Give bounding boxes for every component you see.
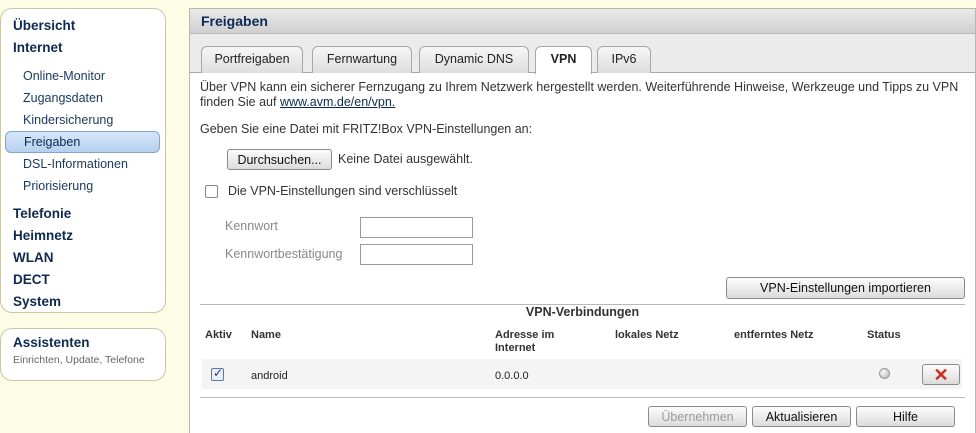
encrypted-checkbox[interactable] (205, 185, 218, 198)
nav-item-uebersicht[interactable]: Übersicht (1, 15, 165, 37)
nav-sub-online-monitor[interactable]: Online-Monitor (1, 65, 165, 87)
browse-button[interactable]: Durchsuchen... (227, 149, 332, 170)
main-panel: Freigaben Portfreigaben Fernwartung Dyna… (189, 8, 976, 433)
delete-x-icon: ✕ (933, 364, 949, 385)
nav-item-heimnetz[interactable]: Heimnetz (1, 225, 165, 247)
password-confirm-field[interactable] (360, 244, 473, 265)
col-status: Status (867, 329, 901, 341)
connections-title: VPN-Verbindungen (525, 305, 640, 319)
col-local-net: lokales Netz (615, 329, 679, 341)
tab-vpn[interactable]: VPN (535, 46, 592, 74)
row-address: 0.0.0.0 (495, 370, 529, 382)
table-row (202, 359, 962, 389)
nav-item-internet[interactable]: Internet (1, 37, 165, 59)
row-active-checkbox[interactable]: ✓ (211, 366, 224, 381)
col-name: Name (251, 329, 281, 341)
apply-button[interactable]: Übernehmen (648, 406, 747, 427)
tab-bar: Portfreigaben Fernwartung Dynamic DNS VP… (190, 34, 975, 74)
tab-dynamic-dns[interactable]: Dynamic DNS (419, 46, 529, 73)
nav-sub-kindersicherung[interactable]: Kindersicherung (1, 109, 165, 131)
password-field[interactable] (360, 217, 473, 238)
nav-item-telefonie[interactable]: Telefonie (1, 203, 165, 225)
assistant-box[interactable]: Assistenten Einrichten, Update, Telefone (0, 328, 166, 381)
password-label: Kennwort (225, 219, 278, 233)
tab-ipv6[interactable]: IPv6 (597, 46, 651, 73)
nav-sub-priorisierung[interactable]: Priorisierung (1, 175, 165, 197)
col-remote-net: entferntes Netz (734, 329, 814, 341)
page-title: Freigaben (190, 9, 975, 34)
assistant-title[interactable]: Assistenten (13, 335, 165, 350)
nav-item-system[interactable]: System (1, 291, 165, 313)
import-settings-button[interactable]: VPN-Einstellungen importieren (726, 277, 965, 299)
nav-item-wlan[interactable]: WLAN (1, 247, 165, 269)
nav-sub-freigaben[interactable]: Freigaben (5, 131, 160, 153)
nav-sub-zugangsdaten[interactable]: Zugangsdaten (1, 87, 165, 109)
check-icon: ✓ (213, 366, 224, 380)
nav-sub-dsl-informationen[interactable]: DSL-Informationen (1, 153, 165, 175)
table-divider (200, 397, 965, 398)
refresh-button[interactable]: Aktualisieren (752, 406, 851, 427)
nav-item-dect[interactable]: DECT (1, 269, 165, 291)
password-confirm-label: Kennwortbestätigung (225, 247, 343, 261)
avm-vpn-link[interactable]: www.avm.de/en/vpn. (280, 95, 395, 109)
col-address: Adresse im Internet (495, 329, 555, 354)
status-gray-icon (879, 368, 890, 379)
assistant-subtitle: Einrichten, Update, Telefone (13, 354, 145, 366)
col-aktiv: Aktiv (205, 329, 232, 341)
row-name: android (251, 370, 288, 382)
tab-portfreigaben[interactable]: Portfreigaben (201, 46, 303, 73)
file-prompt: Geben Sie eine Datei mit FRITZ!Box VPN-E… (200, 122, 533, 136)
encrypted-label: Die VPN-Einstellungen sind verschlüsselt (228, 184, 458, 198)
help-button[interactable]: Hilfe (856, 406, 955, 427)
sidebar-nav: Übersicht Internet Online-Monitor Zugang… (0, 8, 166, 313)
tab-fernwartung[interactable]: Fernwartung (312, 46, 412, 73)
delete-connection-button[interactable]: ✕ (922, 364, 960, 385)
file-status: Keine Datei ausgewählt. (338, 152, 473, 166)
vpn-intro: Über VPN kann ein sicherer Fernzugang zu… (200, 80, 970, 110)
